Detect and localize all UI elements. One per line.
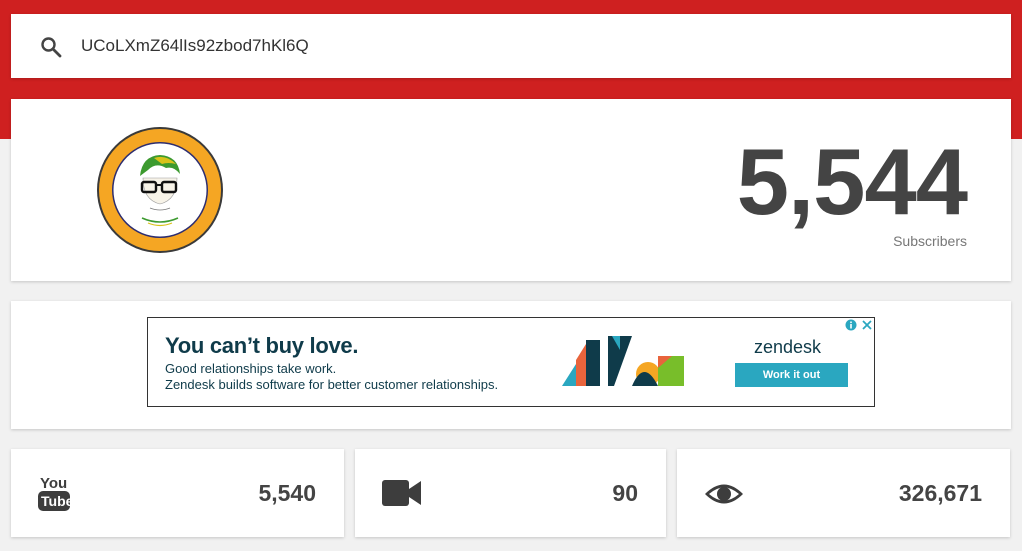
- stat-card-subscribers: You Tube 5,540: [11, 449, 344, 537]
- ad-cta-button[interactable]: Work it out: [735, 363, 848, 387]
- channel-avatar: [96, 126, 224, 254]
- ad-banner[interactable]: You can’t buy love. Good relationships t…: [147, 317, 875, 407]
- ad-headline: You can’t buy love.: [165, 333, 359, 358]
- video-camera-icon: [382, 480, 422, 506]
- ad-brand-logo: zendesk: [754, 337, 822, 357]
- search-bar: [11, 14, 1011, 78]
- stat-value: 5,540: [258, 480, 316, 506]
- svg-text:Tube: Tube: [41, 493, 71, 509]
- ad-card: You can’t buy love. Good relationships t…: [11, 301, 1011, 429]
- ad-text-line: Zendesk builds software for better custo…: [165, 377, 499, 392]
- svg-text:You: You: [40, 475, 67, 492]
- eye-icon: [704, 481, 744, 507]
- stat-card-videos: 90: [355, 449, 666, 537]
- stat-value: 326,671: [898, 480, 982, 506]
- ad-info-icon[interactable]: [843, 318, 858, 332]
- youtube-logo-icon: You Tube: [37, 473, 74, 513]
- subscriber-card: 5,544 Subscribers: [11, 99, 1011, 281]
- ad-text-line: Good relationships take work.: [165, 361, 337, 376]
- search-icon[interactable]: [39, 35, 63, 59]
- search-input[interactable]: [81, 28, 981, 64]
- subscriber-label: Subscribers: [893, 233, 967, 249]
- stat-card-views: 326,671: [677, 449, 1010, 537]
- ad-close-icon[interactable]: [859, 318, 874, 332]
- ad-artwork: [562, 334, 686, 390]
- subscriber-count: 5,544: [736, 129, 968, 234]
- stat-value: 90: [612, 480, 638, 506]
